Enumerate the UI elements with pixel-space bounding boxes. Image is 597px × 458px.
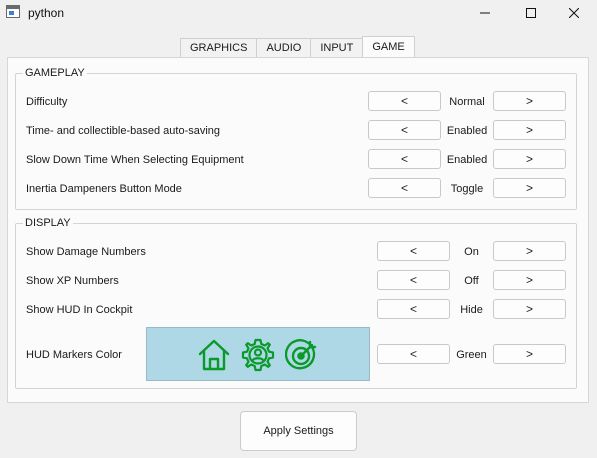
- difficulty-value: Normal: [449, 96, 485, 108]
- tab-audio[interactable]: AUDIO: [256, 38, 311, 58]
- hud-markers-color-next-button[interactable]: >: [493, 344, 566, 364]
- inertia-value: Toggle: [450, 183, 484, 195]
- minimize-icon[interactable]: [462, 0, 508, 26]
- slowdown-value: Enabled: [446, 154, 488, 166]
- hud-cockpit-prev-button[interactable]: <: [377, 299, 450, 319]
- damage-numbers-next-button[interactable]: >: [493, 241, 566, 261]
- autosave-label: Time- and collectible-based auto-saving: [26, 125, 221, 137]
- inertia-label: Inertia Dampeners Button Mode: [26, 183, 182, 195]
- home-marker-icon: [198, 339, 230, 371]
- hud-markers-color-prev-button[interactable]: <: [377, 344, 450, 364]
- xp-numbers-label: Show XP Numbers: [26, 275, 119, 287]
- autosave-prev-button[interactable]: <: [368, 120, 441, 140]
- tab-game[interactable]: GAME: [362, 36, 415, 58]
- difficulty-next-button[interactable]: >: [493, 91, 566, 111]
- target-marker-icon: [285, 339, 317, 370]
- autosave-next-button[interactable]: >: [493, 120, 566, 140]
- slowdown-prev-button[interactable]: <: [368, 149, 441, 169]
- slowdown-next-button[interactable]: >: [493, 149, 566, 169]
- title-bar: python: [0, 0, 597, 26]
- maximize-icon[interactable]: [508, 0, 554, 26]
- damage-numbers-value: On: [464, 246, 479, 258]
- apply-settings-button[interactable]: Apply Settings: [240, 411, 357, 451]
- window-title: python: [28, 6, 65, 20]
- xp-numbers-prev-button[interactable]: <: [377, 270, 450, 290]
- hud-cockpit-next-button[interactable]: >: [493, 299, 566, 319]
- display-group-title: DISPLAY: [23, 217, 73, 229]
- close-icon[interactable]: [551, 0, 597, 26]
- gameplay-group-title: GAMEPLAY: [23, 67, 87, 79]
- tab-graphics[interactable]: GRAPHICS: [180, 38, 257, 58]
- xp-numbers-next-button[interactable]: >: [493, 270, 566, 290]
- difficulty-label: Difficulty: [26, 96, 68, 108]
- hud-cockpit-value: Hide: [460, 304, 483, 316]
- hud-cockpit-label: Show HUD In Cockpit: [26, 304, 133, 316]
- damage-numbers-prev-button[interactable]: <: [377, 241, 450, 261]
- hud-markers-color-label: HUD Markers Color: [26, 349, 122, 361]
- damage-numbers-label: Show Damage Numbers: [26, 246, 146, 258]
- xp-numbers-value: Off: [464, 275, 479, 287]
- hud-markers-color-preview: [146, 327, 370, 381]
- gear-person-marker-icon: [241, 338, 275, 372]
- slowdown-label: Slow Down Time When Selecting Equipment: [26, 154, 244, 166]
- difficulty-prev-button[interactable]: <: [368, 91, 441, 111]
- tab-input[interactable]: INPUT: [310, 38, 363, 58]
- inertia-next-button[interactable]: >: [493, 178, 566, 198]
- autosave-value: Enabled: [446, 125, 488, 137]
- hud-markers-color-value: Green: [456, 349, 487, 361]
- tab-bar: GRAPHICS AUDIO INPUT GAME: [180, 36, 415, 58]
- inertia-prev-button[interactable]: <: [368, 178, 441, 198]
- app-window-icon: [6, 5, 20, 18]
